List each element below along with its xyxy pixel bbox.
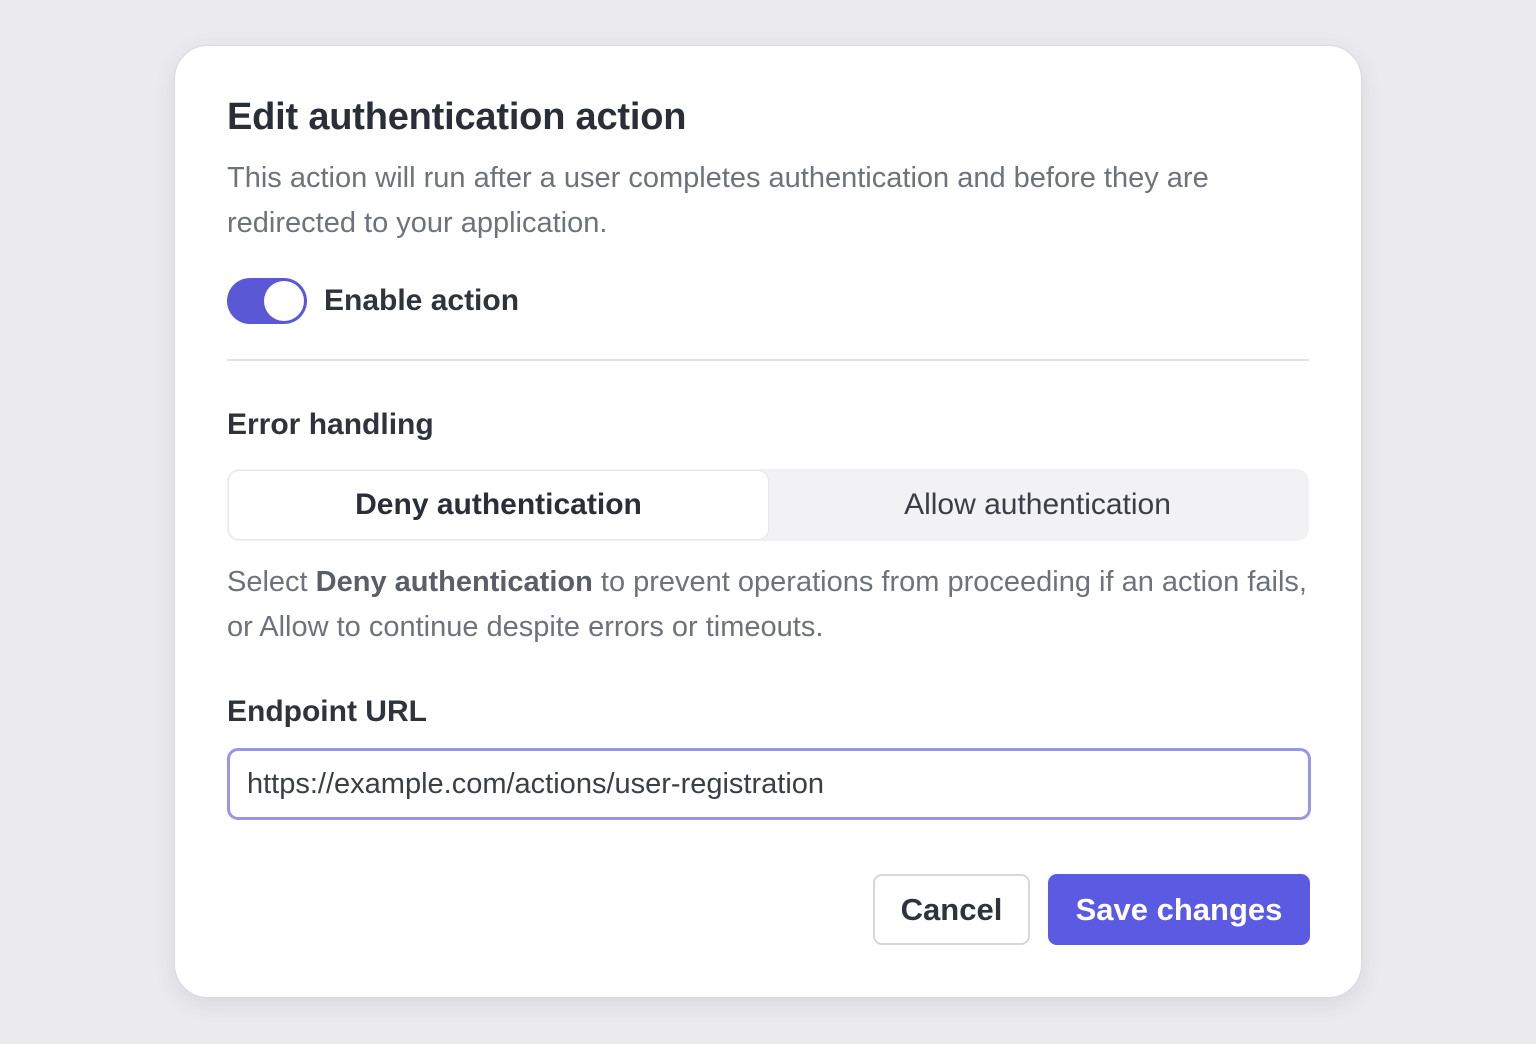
edit-action-dialog: Edit authentication action This action w… <box>174 45 1362 998</box>
dialog-title: Edit authentication action <box>227 96 687 138</box>
error-handling-help-text: Select Deny authentication to prevent op… <box>227 560 1309 650</box>
endpoint-url-label: Endpoint URL <box>227 695 427 728</box>
toggle-knob <box>264 281 304 321</box>
help-text-prefix: Select <box>227 566 316 598</box>
dialog-description: This action will run after a user comple… <box>227 162 1209 239</box>
enable-action-toggle[interactable] <box>227 278 307 324</box>
help-text-emphasis: Deny authentication <box>315 566 593 598</box>
error-handling-segmented-control: Deny authentication Allow authentication <box>227 469 1309 541</box>
deny-authentication-option[interactable]: Deny authentication <box>229 471 768 539</box>
error-handling-label: Error handling <box>227 408 434 441</box>
enable-action-label: Enable action <box>324 284 520 317</box>
allow-authentication-option[interactable]: Allow authentication <box>768 471 1307 539</box>
save-changes-button[interactable]: Save changes <box>1048 874 1310 945</box>
cancel-button[interactable]: Cancel <box>873 874 1030 945</box>
section-divider <box>227 359 1309 361</box>
enable-action-row: Enable action <box>227 278 519 324</box>
endpoint-url-input[interactable] <box>227 748 1311 820</box>
